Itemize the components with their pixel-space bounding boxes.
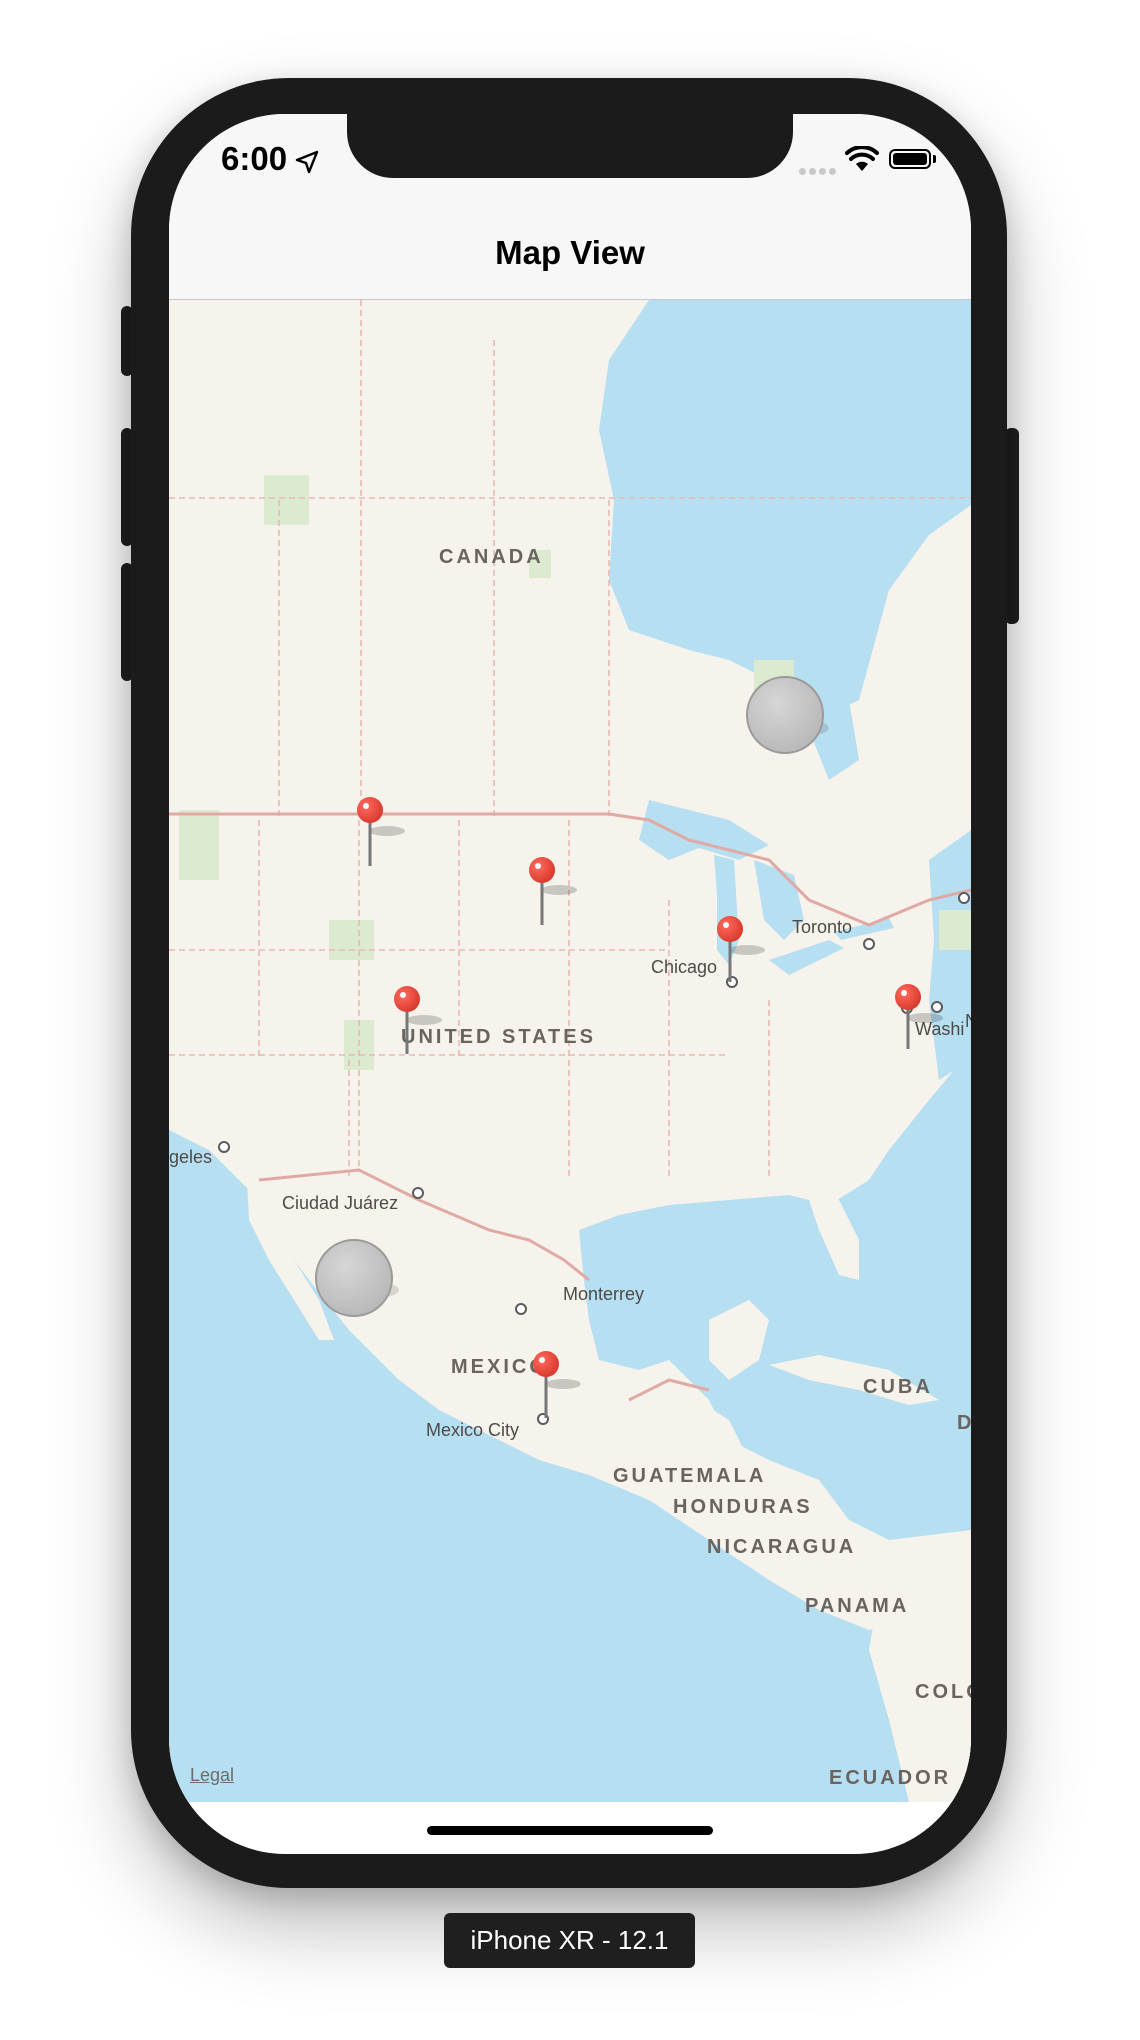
screen: 6:00 Map View CANADA UNITED STATES MEXIC… [169, 114, 971, 1854]
atlantic-ocean-water [929, 830, 971, 1080]
label-colombia-partial: COLO [915, 1681, 971, 1703]
map-base [169, 300, 971, 1802]
cellular-signal-icon [799, 162, 839, 180]
label-toronto: Toronto [792, 917, 853, 937]
label-mexico: MEXICO [451, 1356, 548, 1378]
lake-erie-water [769, 940, 844, 975]
legal-link[interactable]: Legal [190, 1765, 234, 1786]
label-new-york-partial: N [965, 1011, 971, 1032]
map-view[interactable]: CANADA UNITED STATES MEXICO CUBA GUATEMA… [169, 300, 971, 1802]
label-los-angeles-partial: geles [169, 1147, 213, 1167]
battery-icon [889, 149, 931, 169]
label-nicaragua: NICARAGUA [707, 1536, 857, 1558]
label-canada: CANADA [439, 546, 544, 568]
label-monterrey: Monterrey [563, 1284, 645, 1304]
label-panama: PANAMA [805, 1595, 910, 1617]
label-dominican-partial: D [957, 1412, 971, 1434]
nav-title: Map View [495, 234, 645, 271]
status-time: 6:00 [221, 140, 288, 177]
notch [347, 114, 793, 178]
device-label: iPhone XR - 12.1 [444, 1913, 695, 1968]
label-washington-partial: Washi [915, 1019, 965, 1039]
label-honduras: HONDURAS [673, 1496, 813, 1518]
battery-cap [933, 155, 936, 163]
label-guatemala: GUATEMALA [613, 1465, 767, 1487]
label-cuba: CUBA [863, 1376, 933, 1398]
label-mexico-city: Mexico City [426, 1420, 520, 1440]
label-united-states: UNITED STATES [401, 1026, 596, 1048]
wifi-icon [845, 146, 879, 171]
home-indicator[interactable] [427, 1826, 713, 1835]
lake-michigan-water [714, 855, 739, 965]
location-arrow-icon [295, 150, 319, 174]
label-ecuador: ECUADOR [829, 1767, 952, 1789]
navigation-bar: Map View [169, 206, 971, 300]
power-button [1005, 428, 1019, 624]
lake-superior-water [639, 800, 769, 860]
label-chicago: Chicago [651, 957, 718, 977]
hudson-bay-water [599, 300, 971, 720]
label-ciudad-juarez: Ciudad Juárez [282, 1193, 399, 1213]
